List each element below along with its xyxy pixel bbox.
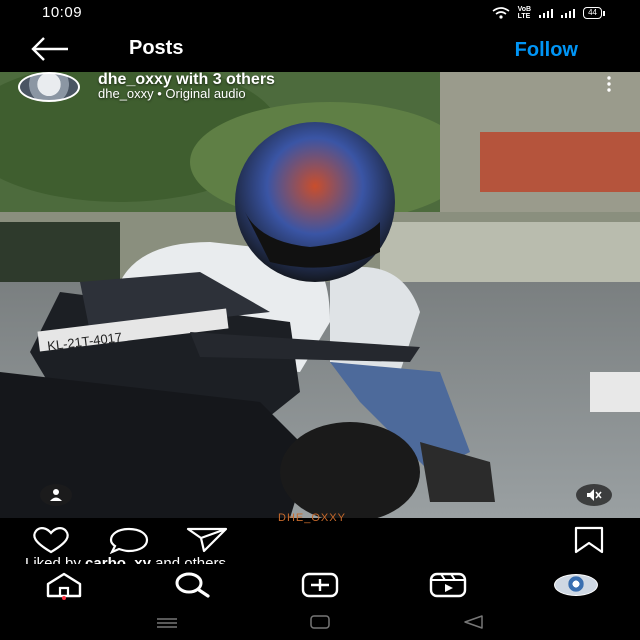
back-button-icon[interactable]: [462, 615, 484, 629]
audio-label[interactable]: dhe_oxxy • Original audio: [98, 86, 246, 101]
post-owner-overlay: dhe_oxxy with 3 others dhe_oxxy • Origin…: [18, 71, 638, 112]
likes-summary[interactable]: Liked by carbo_xy and others: [25, 555, 226, 564]
comment-icon[interactable]: [108, 526, 150, 554]
post-actions: [0, 518, 640, 558]
tab-create[interactable]: [300, 572, 340, 604]
reels-icon: [429, 572, 467, 598]
bookmark-icon[interactable]: [572, 526, 606, 554]
bottom-tab-bar: [0, 564, 640, 610]
search-icon: [175, 572, 210, 598]
recent-apps-icon[interactable]: [155, 616, 179, 630]
mute-button[interactable]: [576, 484, 612, 506]
avatar[interactable]: [18, 72, 80, 102]
speaker-muted-icon: [587, 489, 602, 501]
likes-prefix: Liked by: [25, 555, 86, 564]
likes-suffix: and others: [150, 555, 226, 564]
follow-button[interactable]: Follow: [515, 39, 578, 62]
video-frame-image: KL-21T-4017: [0, 72, 640, 518]
volte-bottom-text: LTE: [517, 13, 531, 20]
plus-square-icon: [301, 572, 339, 598]
system-nav-bar: [0, 610, 640, 640]
send-icon[interactable]: [186, 526, 228, 554]
tab-search[interactable]: [172, 572, 212, 604]
top-header: Posts Follow: [0, 26, 640, 72]
more-vertical-icon[interactable]: [606, 76, 612, 92]
volte-indicator: VoB LTE: [518, 6, 531, 20]
status-time: 10:09: [42, 4, 83, 21]
battery-icon: 44: [583, 7, 605, 19]
wifi-icon: [492, 7, 510, 19]
signal-2-icon: [561, 8, 576, 18]
home-icon: [46, 572, 82, 598]
heart-icon[interactable]: [30, 526, 72, 554]
volte-top-text: VoB: [517, 6, 532, 13]
home-button-icon[interactable]: [309, 615, 331, 629]
likes-user[interactable]: carbo_xy: [85, 555, 151, 564]
user-tag-icon: [50, 489, 62, 501]
tab-profile-avatar[interactable]: [554, 574, 598, 596]
notification-dot: [62, 596, 66, 600]
tagged-users-button[interactable]: [40, 484, 72, 506]
post-media[interactable]: KL-21T-4017: [0, 72, 640, 518]
arrow-left-icon[interactable]: [30, 36, 70, 62]
page-title: Posts: [129, 37, 184, 59]
signal-1-icon: [539, 8, 554, 18]
tab-reels[interactable]: [428, 572, 468, 604]
status-bar: 10:09 VoB LTE 44: [0, 0, 640, 26]
status-icons: VoB LTE 44: [492, 6, 605, 20]
